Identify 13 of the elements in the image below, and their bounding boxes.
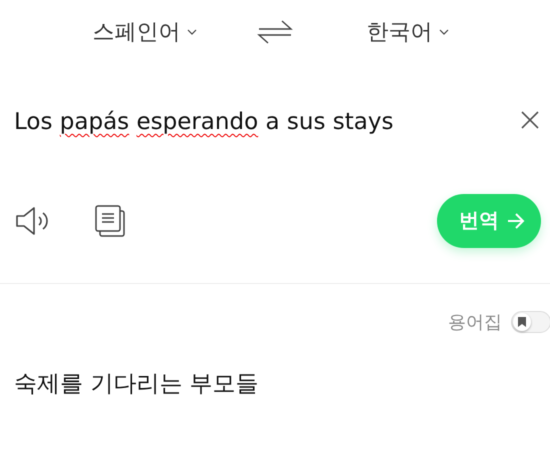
close-icon[interactable]: [520, 110, 540, 130]
source-text-field[interactable]: Los papás esperando a sus stays: [14, 106, 520, 138]
copy-icon[interactable]: [94, 204, 126, 238]
glossary-label: 용어집: [448, 311, 502, 334]
glossary-toggle[interactable]: [511, 311, 550, 333]
caret-icon: [438, 29, 448, 35]
translation-text: 숙제를 기다리는 부모들: [13, 370, 260, 399]
swap-icon[interactable]: [257, 20, 293, 44]
caret-icon: [186, 29, 196, 35]
arrow-icon: [507, 212, 525, 230]
source-language-dropdown[interactable]: 스페인어: [92, 17, 196, 47]
target-language-dropdown[interactable]: 한국어: [366, 17, 448, 47]
bookmark-icon: [518, 317, 526, 327]
